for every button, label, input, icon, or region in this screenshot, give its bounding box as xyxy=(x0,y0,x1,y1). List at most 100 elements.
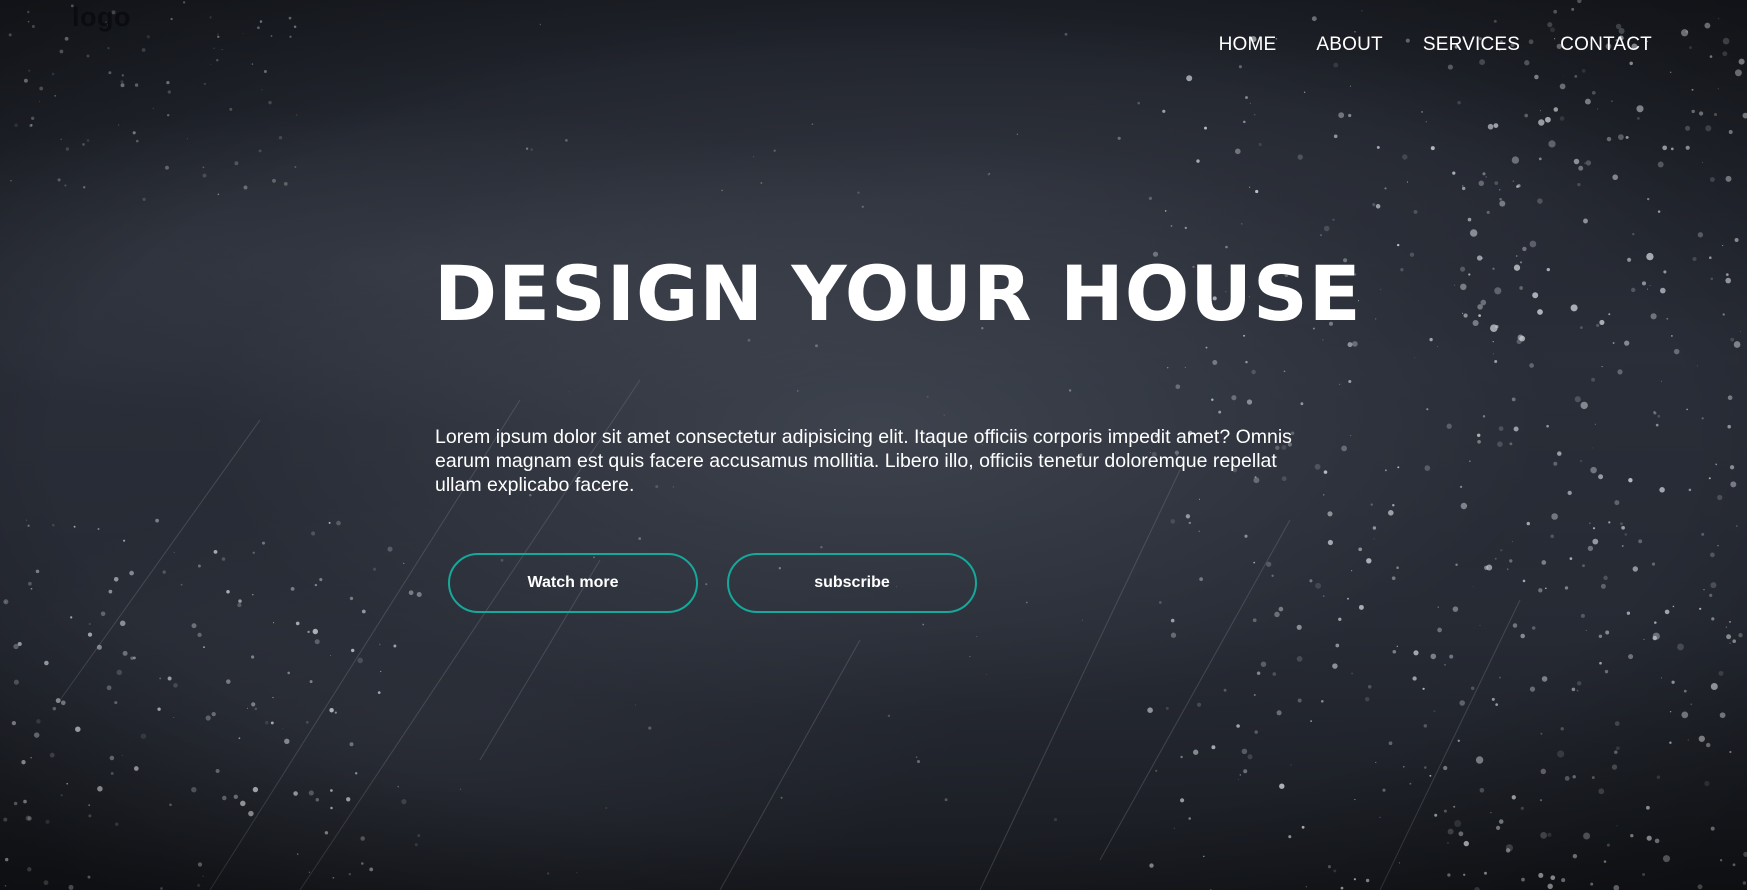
speckle-dot xyxy=(1670,71,1672,73)
speckle-dot xyxy=(1620,522,1623,526)
speckle-dot xyxy=(1512,623,1518,628)
speckle-dot xyxy=(1425,121,1427,123)
speckle-dot xyxy=(1606,843,1610,847)
speckle-dot xyxy=(820,545,823,549)
speckle-dot xyxy=(1323,494,1325,496)
speckle-dot xyxy=(1479,787,1485,793)
speckle-dot xyxy=(1710,277,1714,281)
speckle-dot xyxy=(1687,739,1689,741)
speckle-dot xyxy=(408,590,414,596)
speckle-dot xyxy=(1491,697,1495,701)
speckle-dot xyxy=(96,644,102,650)
nav-link-about[interactable]: ABOUT xyxy=(1316,34,1382,55)
speckle-dot xyxy=(1621,525,1625,530)
speckle-dot xyxy=(1379,288,1382,291)
nav-item-contact: CONTACT xyxy=(1560,34,1652,56)
speckle-dot xyxy=(1449,654,1454,659)
speckle-dot xyxy=(1505,844,1513,852)
speckle-dot xyxy=(238,599,242,603)
speckle-dot xyxy=(1739,330,1741,333)
speckle-dot xyxy=(1710,552,1715,558)
speckle-dot xyxy=(157,707,161,711)
speckle-dot xyxy=(1592,538,1599,545)
speckle-dot xyxy=(1252,618,1257,623)
subscribe-button[interactable]: subscribe xyxy=(727,553,977,613)
speckle-dot xyxy=(273,622,275,624)
speckle-dot xyxy=(1534,74,1539,80)
speckle-dot xyxy=(1690,703,1693,706)
speckle-dot xyxy=(1351,570,1353,572)
speckle-dot xyxy=(1603,575,1608,581)
speckle-dot xyxy=(293,791,298,796)
speckle-dot xyxy=(1443,809,1447,813)
speckle-dot xyxy=(54,94,57,97)
speckle-dot xyxy=(1237,778,1240,781)
speckle-dot xyxy=(315,798,320,802)
nav-link-contact[interactable]: CONTACT xyxy=(1560,34,1652,55)
speckle-dot xyxy=(1520,806,1524,810)
speckle-dot xyxy=(65,147,70,151)
speckle-dot xyxy=(1348,379,1352,384)
speckle-dot xyxy=(1499,198,1502,201)
speckle-dot xyxy=(1529,363,1534,368)
speckle-dot xyxy=(1722,37,1730,45)
speckle-dot xyxy=(1683,689,1687,693)
speckle-dot xyxy=(1358,604,1364,610)
speckle-dot xyxy=(1550,27,1555,33)
watch-more-button[interactable]: Watch more xyxy=(448,553,698,613)
speckle-dot xyxy=(1560,727,1564,731)
speckle-dot xyxy=(1579,459,1583,463)
speckle-dot xyxy=(121,754,123,756)
speckle-dot xyxy=(272,178,276,183)
speckle-dot xyxy=(1559,83,1566,90)
speckle-dot xyxy=(1494,360,1498,363)
speckle-dot xyxy=(1413,209,1418,214)
speckle-dot xyxy=(780,796,783,799)
logo[interactable]: logo xyxy=(72,2,131,33)
speckle-dot xyxy=(1353,878,1356,881)
speckle-dot xyxy=(1322,339,1324,341)
nav-link-home[interactable]: HOME xyxy=(1219,34,1277,55)
speckle-dot xyxy=(1396,566,1399,569)
speckle-dot xyxy=(1655,423,1659,427)
speckle-dot xyxy=(1598,474,1604,480)
speckle-dot xyxy=(417,834,421,838)
speckle-dot xyxy=(1577,182,1581,187)
speckle-dot xyxy=(351,648,355,653)
speckle-dot xyxy=(222,795,227,801)
speckle-dot xyxy=(1580,326,1583,329)
hero-background: logo HOME ABOUT SERVICES CONTACT DESIGN … xyxy=(0,0,1747,890)
speckle-dot xyxy=(1691,109,1695,114)
speckle-dot xyxy=(1598,788,1605,795)
speckle-dot xyxy=(1583,832,1591,840)
speckle-dot xyxy=(1016,133,1019,136)
speckle-dot xyxy=(1290,764,1292,766)
speckle-dot xyxy=(1545,116,1551,123)
speckle-dot xyxy=(60,138,62,140)
speckle-dot xyxy=(1529,686,1536,692)
speckle-dot xyxy=(1671,335,1673,337)
speckle-dot xyxy=(197,883,201,888)
speckle-dot xyxy=(747,338,751,342)
speckle-dot xyxy=(1550,534,1554,539)
speckle-dot xyxy=(132,131,136,135)
speckle-dot xyxy=(1500,549,1503,552)
speckle-dot xyxy=(1497,441,1503,447)
speckle-dot xyxy=(1715,463,1718,466)
speckle-dot xyxy=(1647,288,1649,290)
speckle-dot xyxy=(1184,226,1187,230)
speckle-dot xyxy=(25,815,31,821)
speckle-dot xyxy=(226,590,230,594)
speckle-dot xyxy=(334,711,337,714)
speckle-dot xyxy=(87,632,93,637)
speckle-dot xyxy=(565,139,568,142)
speckle-dot xyxy=(361,609,366,614)
speckle-dot xyxy=(1673,348,1680,355)
speckle-dot xyxy=(1557,451,1562,456)
nav-link-services[interactable]: SERVICES xyxy=(1423,34,1520,55)
speckle-dot xyxy=(305,720,309,724)
speckle-dot xyxy=(314,639,320,645)
speckle-dot xyxy=(1529,240,1537,248)
speckle-dot xyxy=(329,707,334,713)
speckle-dot xyxy=(1462,312,1464,314)
